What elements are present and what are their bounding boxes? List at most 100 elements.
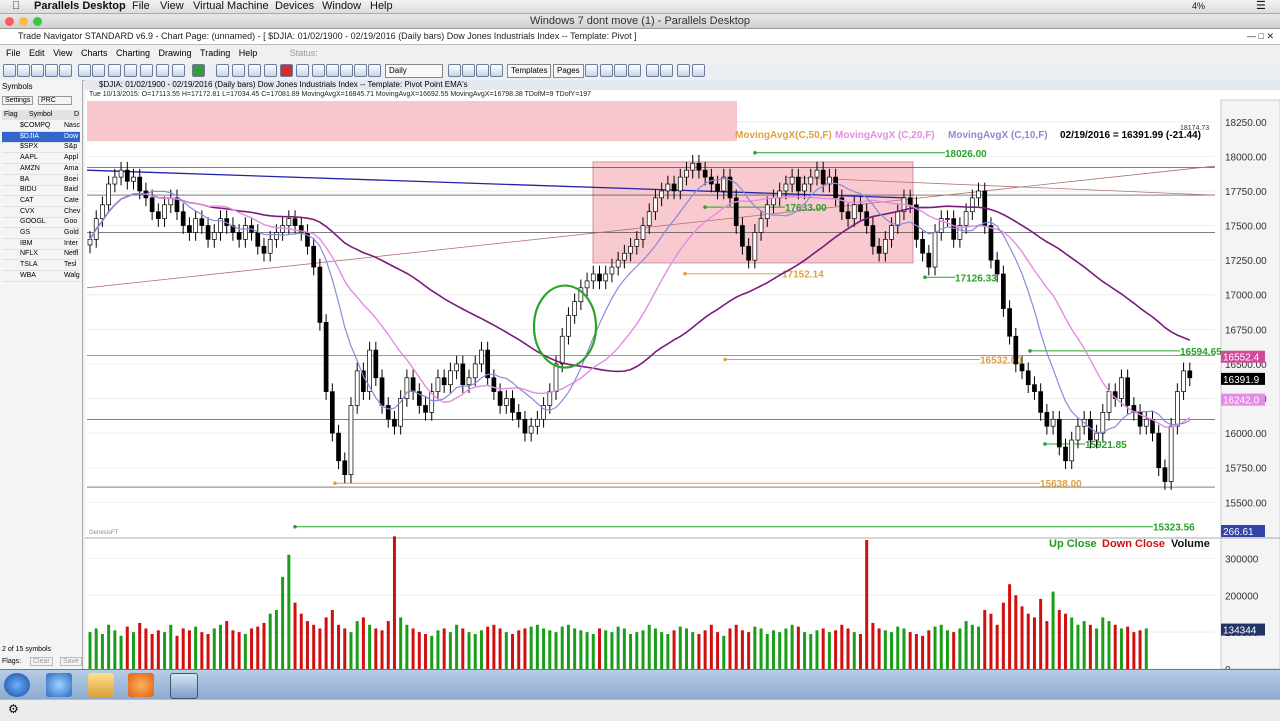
mac-menu-window[interactable]: Window (322, 0, 361, 13)
tool-icon[interactable] (368, 64, 381, 77)
tool-icon[interactable] (296, 64, 309, 77)
minimize-window-icon[interactable] (19, 17, 28, 26)
tool-icon[interactable] (172, 64, 185, 77)
tool-icon[interactable] (156, 64, 169, 77)
tool-icon[interactable] (660, 64, 673, 77)
symbol-row[interactable]: BIDU Baid (2, 185, 80, 197)
tool-icon[interactable] (140, 64, 153, 77)
symbol-row[interactable]: $COMPQ Nasc (2, 121, 80, 132)
mac-menu-file[interactable]: File (132, 0, 150, 13)
symbol-row[interactable]: NFLX Netfl (2, 249, 80, 261)
tool-icon[interactable] (92, 64, 105, 77)
candle-body (1019, 363, 1025, 372)
menu-edit[interactable]: Edit (29, 48, 45, 58)
tool-icon[interactable] (17, 64, 30, 77)
tool-icon[interactable] (124, 64, 137, 77)
tool-icon[interactable] (264, 64, 277, 77)
menu-help[interactable]: Help (239, 48, 258, 58)
windows-start-icon[interactable] (4, 673, 30, 697)
symbol-row[interactable]: WBA Walg (2, 271, 80, 282)
pivot-dot (1043, 442, 1047, 446)
tool-icon[interactable] (248, 64, 261, 77)
volume-bar (355, 621, 359, 669)
tool-icon[interactable] (354, 64, 367, 77)
templates-button[interactable]: Templates (507, 64, 552, 78)
tool-icon[interactable] (192, 64, 205, 77)
close-window-icon[interactable] (5, 17, 14, 26)
volume-bar (1008, 584, 1012, 669)
tool-icon[interactable] (280, 64, 293, 77)
volume-bar (709, 624, 713, 669)
menu-list-icon[interactable]: ☰ (1256, 0, 1266, 13)
price-volume-chart[interactable]: 18250.00 18000.00 17750.00 17500.00 17250.00… (85, 80, 1280, 669)
col-d[interactable]: D (74, 110, 79, 120)
tool-icon[interactable] (448, 64, 461, 77)
media-player-icon[interactable] (128, 673, 154, 697)
menu-charting[interactable]: Charting (116, 48, 150, 58)
candle-body (566, 315, 571, 337)
tool-icon[interactable] (677, 64, 690, 77)
tool-icon[interactable] (59, 64, 72, 77)
prc-select[interactable]: PRC (38, 96, 72, 105)
tool-icon[interactable] (628, 64, 641, 77)
col-symbol[interactable]: Symbol (29, 110, 52, 120)
symbol-row[interactable]: GOOGL Goo (2, 217, 80, 229)
internet-explorer-icon[interactable] (46, 673, 72, 697)
symbol-row[interactable]: AMZN Ama (2, 164, 80, 175)
settings-gear-icon[interactable]: ⚙ (8, 702, 19, 716)
tool-icon[interactable] (31, 64, 44, 77)
tool-icon[interactable] (232, 64, 245, 77)
mac-menu-devices[interactable]: Devices (275, 0, 314, 13)
pivot-dot (723, 357, 727, 362)
mac-app-name[interactable]: Parallels Desktop (34, 0, 126, 13)
settings-button[interactable]: Settings (2, 96, 34, 105)
symbols-tab[interactable]: Symbols (2, 82, 33, 91)
tool-icon[interactable] (45, 64, 58, 77)
period-select[interactable]: Daily (385, 64, 443, 78)
symbol-row[interactable]: TSLA Tesl (2, 260, 80, 272)
trade-navigator-taskbar-icon[interactable] (170, 673, 198, 699)
symbol-row[interactable]: AAPL Appl (2, 153, 80, 165)
tool-icon[interactable] (312, 64, 325, 77)
menu-view[interactable]: View (53, 48, 72, 58)
tool-icon[interactable] (614, 64, 627, 77)
mac-menu-help[interactable]: Help (370, 0, 393, 13)
mac-menu-view[interactable]: View (160, 0, 184, 13)
battery-status[interactable]: 4% (1192, 0, 1205, 13)
folder-icon[interactable] (88, 673, 114, 697)
tool-icon[interactable] (78, 64, 91, 77)
menu-file[interactable]: File (6, 48, 21, 58)
mac-menu-vm[interactable]: Virtual Machine (193, 0, 269, 13)
menu-charts[interactable]: Charts (81, 48, 108, 58)
symbol-row[interactable]: GS Gold (2, 228, 80, 239)
symbol-row[interactable]: CVX Chev (2, 207, 80, 218)
save-button[interactable]: Save (60, 657, 82, 666)
tool-icon[interactable] (476, 64, 489, 77)
tool-icon[interactable] (585, 64, 598, 77)
col-flag[interactable]: Flag (4, 110, 18, 120)
tool-icon[interactable] (490, 64, 503, 77)
tool-icon[interactable] (108, 64, 121, 77)
tool-icon[interactable] (600, 64, 613, 77)
volume-bar (952, 632, 956, 669)
tool-icon[interactable] (646, 64, 659, 77)
window-controls-icon[interactable]: — □ ✕ (1247, 29, 1274, 44)
chart-panel[interactable]: $DJIA: 01/02/1900 - 02/19/2016 (Daily ba… (85, 80, 1280, 669)
symbol-row[interactable]: $SPX S&p (2, 142, 80, 154)
tool-icon[interactable] (340, 64, 353, 77)
tool-icon[interactable] (326, 64, 339, 77)
apple-icon[interactable]:  (12, 0, 20, 13)
symbol-row[interactable]: $DJIA Dow (2, 131, 80, 143)
tool-icon[interactable] (692, 64, 705, 77)
symbol-row[interactable]: CAT Cate (2, 196, 80, 207)
clear-button[interactable]: Clear (30, 657, 53, 666)
zoom-window-icon[interactable] (33, 17, 42, 26)
pages-button[interactable]: Pages (553, 64, 584, 78)
tool-icon[interactable] (462, 64, 475, 77)
menu-trading[interactable]: Trading (200, 48, 230, 58)
symbol-row[interactable]: IBM Inter (2, 239, 80, 250)
menu-drawing[interactable]: Drawing (159, 48, 192, 58)
symbol-row[interactable]: BA Boei (2, 175, 80, 186)
tool-icon[interactable] (216, 64, 229, 77)
tool-icon[interactable] (3, 64, 16, 77)
